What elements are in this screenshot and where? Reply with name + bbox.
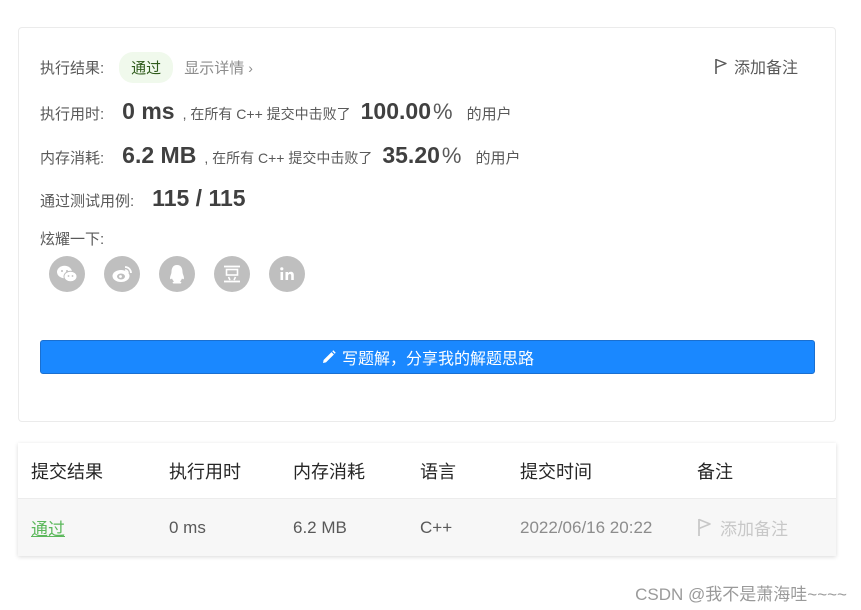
- runtime-label: 执行用时:: [40, 106, 105, 123]
- chevron-right-icon[interactable]: ›: [248, 60, 253, 76]
- result-label: 执行结果:: [40, 60, 105, 77]
- qq-icon[interactable]: [159, 256, 195, 292]
- col-header-note: 备注: [697, 461, 733, 482]
- testcases-value: 115 / 115: [152, 185, 246, 211]
- col-header-memory: 内存消耗: [293, 461, 365, 482]
- write-solution-button[interactable]: 写题解，分享我的解题思路: [40, 340, 815, 374]
- row-add-note-button[interactable]: 添加备注: [697, 515, 788, 540]
- result-row: 执行结果: 通过 显示详情 ›: [40, 52, 253, 83]
- add-note-label: 添加备注: [733, 60, 798, 77]
- runtime-value: 0 ms: [122, 98, 175, 124]
- col-header-status: 提交结果: [31, 461, 103, 482]
- submissions-table: 提交结果 执行用时 内存消耗 语言 提交时间 备注 通过 0 ms 6.2 MB…: [18, 443, 836, 556]
- pencil-icon: [322, 349, 336, 363]
- share-icons: [49, 256, 305, 292]
- col-header-language: 语言: [420, 461, 456, 482]
- status-badge: 通过: [119, 52, 174, 83]
- memory-row: 内存消耗: 6.2 MB , 在所有 C++ 提交中击败了 35.20 % 的用…: [40, 142, 520, 169]
- runtime-percent: 100.00: [360, 98, 431, 124]
- result-card: 执行结果: 通过 显示详情 › 添加备注 执行用时: 0 ms , 在所有 C+…: [18, 27, 836, 422]
- share-label: 炫耀一下:: [40, 231, 105, 248]
- memory-percent: 35.20: [382, 142, 440, 168]
- row-add-note-label: 添加备注: [720, 520, 788, 539]
- runtime-suffix: 的用户: [466, 106, 512, 123]
- flag-icon: [715, 58, 727, 74]
- table-header: 提交结果 执行用时 内存消耗 语言 提交时间 备注: [18, 443, 836, 499]
- douban-icon[interactable]: [214, 256, 250, 292]
- runtime-percent-sign: %: [433, 99, 453, 124]
- table-row[interactable]: 通过 0 ms 6.2 MB C++ 2022/06/16 20:22 添加备注: [18, 499, 836, 556]
- linkedin-icon[interactable]: [269, 256, 305, 292]
- testcases-row: 通过测试用例: 115 / 115: [40, 185, 246, 212]
- submission-runtime: 0 ms: [169, 517, 206, 537]
- memory-value: 6.2 MB: [122, 142, 197, 168]
- write-solution-label: 写题解，分享我的解题思路: [341, 351, 534, 368]
- runtime-beat-text: , 在所有 C++ 提交中击败了: [182, 106, 351, 122]
- testcases-label: 通过测试用例:: [40, 193, 135, 210]
- watermark: CSDN @我不是萧海哇~~~~: [635, 585, 847, 604]
- runtime-row: 执行用时: 0 ms , 在所有 C++ 提交中击败了 100.00 % 的用户: [40, 98, 512, 125]
- col-header-runtime: 执行用时: [169, 461, 241, 482]
- memory-label: 内存消耗:: [40, 150, 105, 167]
- wechat-icon[interactable]: [49, 256, 85, 292]
- memory-suffix: 的用户: [475, 150, 521, 167]
- memory-percent-sign: %: [441, 143, 462, 168]
- col-header-time: 提交时间: [520, 461, 592, 482]
- weibo-icon[interactable]: [104, 256, 140, 292]
- share-row: 炫耀一下:: [40, 228, 104, 249]
- memory-beat-text: , 在所有 C++ 提交中击败了: [204, 150, 373, 166]
- submission-memory: 6.2 MB: [293, 517, 347, 537]
- flag-icon: [698, 518, 711, 536]
- add-note-button[interactable]: 添加备注: [714, 54, 798, 78]
- submission-language: C++: [420, 517, 453, 537]
- show-details-link[interactable]: 显示详情: [184, 57, 244, 78]
- submission-time: 2022/06/16 20:22: [520, 517, 653, 537]
- submission-status-link[interactable]: 通过: [31, 515, 65, 540]
